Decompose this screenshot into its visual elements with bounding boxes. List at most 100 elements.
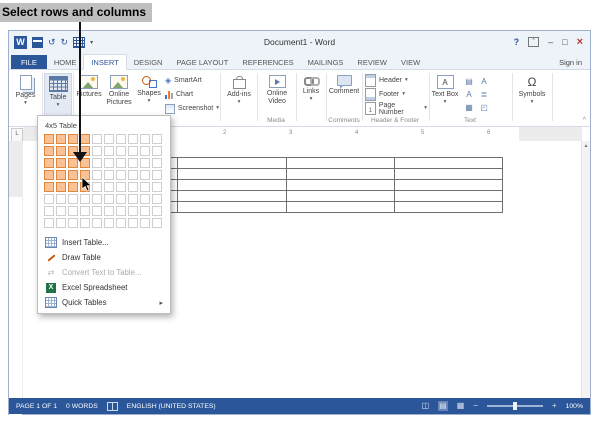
links-button[interactable]: Links ▾ [298, 73, 324, 117]
grid-cell[interactable] [116, 182, 126, 192]
print-layout-icon[interactable]: ▤ [438, 401, 448, 411]
tab-view[interactable]: VIEW [394, 55, 427, 69]
table-cell[interactable] [286, 158, 394, 169]
text-box-button[interactable]: A Text Box ▾ [431, 73, 459, 117]
table-cell[interactable] [178, 202, 286, 213]
grid-cell[interactable] [128, 194, 138, 204]
table-cell[interactable] [394, 202, 502, 213]
grid-cell[interactable] [128, 182, 138, 192]
grid-cell[interactable] [44, 170, 54, 180]
wordart-icon[interactable]: A [477, 76, 491, 88]
screenshot-button[interactable]: Screenshot ▾ [165, 103, 219, 114]
grid-cell[interactable] [116, 206, 126, 216]
grid-cell[interactable] [68, 134, 78, 144]
grid-cell[interactable] [140, 206, 150, 216]
grid-cell[interactable] [116, 194, 126, 204]
table-cell[interactable] [286, 180, 394, 191]
grid-cell[interactable] [92, 170, 102, 180]
menu-item-draw-table[interactable]: Draw Table [38, 250, 170, 265]
grid-cell[interactable] [152, 206, 162, 216]
object-icon[interactable]: ◰ [477, 102, 491, 114]
table-cell[interactable] [286, 191, 394, 202]
table-cell[interactable] [286, 169, 394, 180]
grid-cell[interactable] [104, 170, 114, 180]
grid-cell[interactable] [152, 146, 162, 156]
grid-cell[interactable] [116, 218, 126, 228]
online-pictures-button[interactable]: Online Pictures [103, 73, 135, 117]
grid-cell[interactable] [68, 182, 78, 192]
read-mode-icon[interactable]: ◫ [422, 402, 430, 410]
undo-icon[interactable]: ↺ [48, 38, 56, 47]
quick-parts-icon[interactable]: ▤ [462, 76, 476, 88]
menu-item-insert-table[interactable]: Insert Table... [38, 235, 170, 250]
grid-cell[interactable] [44, 206, 54, 216]
grid-cell[interactable] [80, 194, 90, 204]
redo-icon[interactable]: ↻ [61, 38, 69, 47]
grid-cell[interactable] [68, 206, 78, 216]
grid-cell[interactable] [152, 134, 162, 144]
tab-mailings[interactable]: MAILINGS [301, 55, 351, 69]
tab-insert[interactable]: INSERT [83, 54, 126, 70]
table-cell[interactable] [178, 158, 286, 169]
proofing-icon[interactable] [107, 402, 118, 411]
sign-in-link[interactable]: Sign in [559, 58, 582, 67]
close-button[interactable]: × [577, 37, 583, 48]
grid-cell[interactable] [116, 146, 126, 156]
grid-cell[interactable] [44, 218, 54, 228]
grid-cell[interactable] [128, 146, 138, 156]
table-cell[interactable] [394, 169, 502, 180]
grid-cell[interactable] [104, 194, 114, 204]
collapse-ribbon-icon[interactable]: ^ [583, 117, 586, 124]
page-indicator[interactable]: PAGE 1 OF 1 [16, 403, 57, 410]
table-cell[interactable] [394, 158, 502, 169]
grid-cell[interactable] [152, 158, 162, 168]
grid-cell[interactable] [68, 218, 78, 228]
save-icon[interactable] [32, 37, 43, 48]
pages-button[interactable]: Pages ▾ [10, 73, 41, 117]
grid-cell[interactable] [128, 170, 138, 180]
vertical-ruler[interactable] [9, 141, 24, 398]
tab-design[interactable]: DESIGN [127, 55, 170, 69]
smartart-button[interactable]: ◈ SmartArt [165, 75, 219, 86]
qat-customize-icon[interactable]: ▾ [90, 39, 93, 46]
grid-cell[interactable] [56, 194, 66, 204]
grid-cell[interactable] [56, 158, 66, 168]
grid-cell[interactable] [104, 206, 114, 216]
grid-cell[interactable] [104, 146, 114, 156]
grid-cell[interactable] [140, 134, 150, 144]
grid-cell[interactable] [152, 170, 162, 180]
grid-cell[interactable] [92, 182, 102, 192]
grid-cell[interactable] [56, 206, 66, 216]
grid-cell[interactable] [92, 218, 102, 228]
table-cell[interactable] [178, 169, 286, 180]
tab-page-layout[interactable]: PAGE LAYOUT [169, 55, 235, 69]
grid-cell[interactable] [116, 170, 126, 180]
tab-references[interactable]: REFERENCES [235, 55, 300, 69]
tab-review[interactable]: REVIEW [350, 55, 394, 69]
grid-cell[interactable] [80, 134, 90, 144]
vertical-scrollbar[interactable]: ▲ [581, 141, 590, 398]
grid-cell[interactable] [56, 146, 66, 156]
menu-item-quick-tables[interactable]: Quick Tables▸ [38, 295, 170, 310]
tab-home[interactable]: HOME [47, 55, 84, 69]
header-button[interactable]: Header ▾ [365, 75, 427, 86]
grid-cell[interactable] [140, 170, 150, 180]
zoom-level[interactable]: 100% [566, 403, 583, 410]
grid-cell[interactable] [44, 146, 54, 156]
shapes-button[interactable]: Shapes ▾ [135, 73, 163, 117]
grid-cell[interactable] [104, 218, 114, 228]
footer-button[interactable]: Footer ▾ [365, 89, 427, 100]
zoom-slider-thumb[interactable] [513, 402, 517, 410]
table-cell[interactable] [178, 191, 286, 202]
grid-cell[interactable] [104, 158, 114, 168]
grid-cell[interactable] [128, 158, 138, 168]
language-indicator[interactable]: ENGLISH (UNITED STATES) [127, 403, 216, 410]
tab-file[interactable]: FILE [11, 55, 47, 69]
grid-cell[interactable] [140, 194, 150, 204]
table-button[interactable]: Table ▾ [44, 73, 72, 117]
grid-cell[interactable] [116, 134, 126, 144]
grid-cell[interactable] [116, 158, 126, 168]
help-button[interactable]: ? [514, 37, 520, 47]
grid-cell[interactable] [104, 134, 114, 144]
restore-button[interactable]: □ [562, 38, 567, 47]
